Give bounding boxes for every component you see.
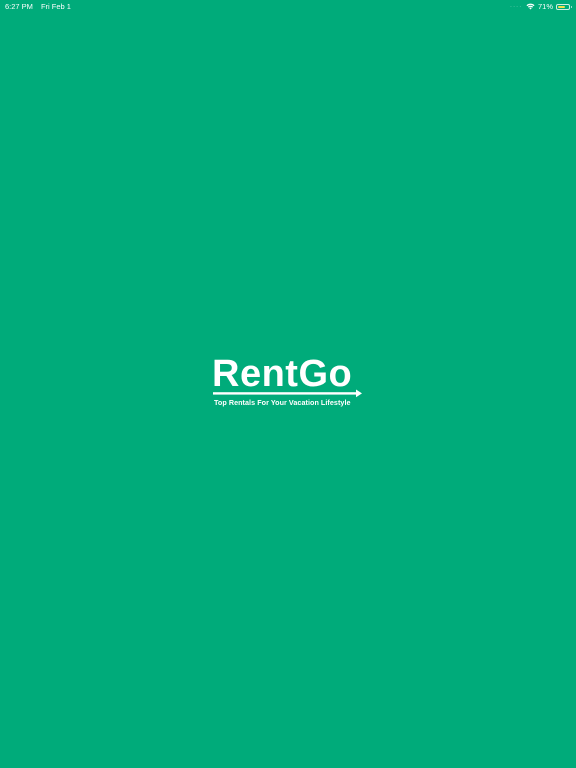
logo-wordmark: RentGo [212, 353, 353, 395]
logo-tagline: Top Rentals For Your Vacation Lifestyle [214, 398, 351, 407]
status-right: · · · · 71% [510, 2, 572, 11]
wifi-icon [526, 3, 535, 10]
status-date: Fri Feb 1 [40, 2, 71, 11]
battery-fill [558, 5, 566, 8]
battery-icon [556, 3, 572, 10]
signal-dots-icon: · · · · [510, 3, 521, 10]
battery-cap [570, 5, 572, 8]
status-time: 6:27 PM [5, 2, 33, 11]
battery-percent: 71% [537, 2, 553, 11]
status-left: 6:27 PM Fri Feb 1 [5, 2, 71, 11]
status-bar: 6:27 PM Fri Feb 1 · · · · 71% [0, 0, 576, 12]
